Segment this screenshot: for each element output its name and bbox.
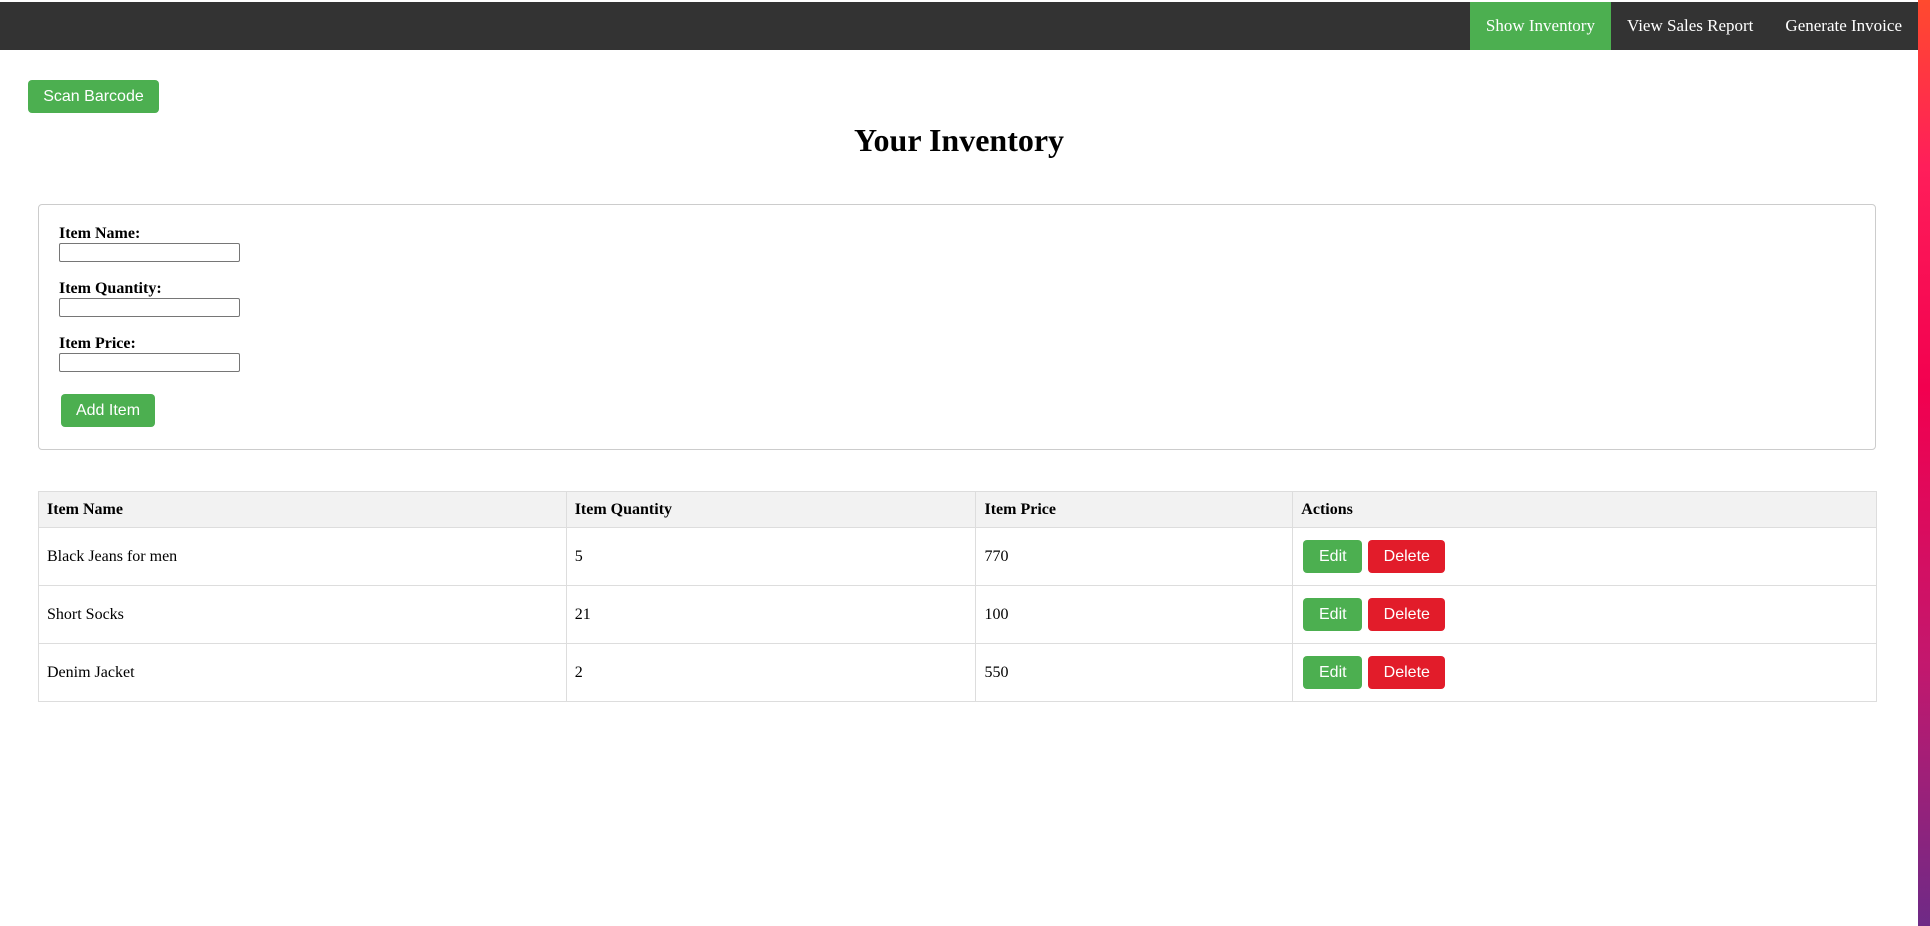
header-actions: Actions [1292,491,1877,528]
cell-item-price: 100 [975,585,1294,644]
header-item-quantity: Item Quantity [565,491,977,528]
scan-barcode-button[interactable]: Scan Barcode [28,80,159,113]
cell-item-price: 550 [975,643,1294,702]
cell-item-quantity: 21 [565,585,977,644]
cell-item-quantity: 5 [565,527,977,586]
edit-button[interactable]: Edit [1303,656,1363,689]
item-price-label: Item Price: [59,335,136,352]
nav-show-inventory[interactable]: Show Inventory [1469,2,1611,50]
item-price-input[interactable] [59,353,240,372]
cell-item-name: Denim Jacket [38,643,567,702]
table-row: Denim Jacket 2 550 Edit Delete [38,643,1877,702]
edit-button[interactable]: Edit [1303,540,1363,573]
window-edge-gradient [1918,0,1930,926]
add-item-form: Item Name: Item Quantity: Item Price: Ad… [38,204,1876,450]
header-item-name: Item Name [38,491,567,528]
cell-item-name: Black Jeans for men [38,527,567,586]
cell-item-price: 770 [975,527,1294,586]
delete-button[interactable]: Delete [1368,540,1446,573]
item-name-input[interactable] [59,243,240,262]
cell-actions: Edit Delete [1292,527,1877,586]
cell-item-name: Short Socks [38,585,567,644]
top-navbar: Show Inventory View Sales Report Generat… [0,2,1918,50]
cell-actions: Edit Delete [1292,643,1877,702]
item-quantity-label: Item Quantity: [59,280,162,297]
item-name-label: Item Name: [59,225,141,242]
delete-button[interactable]: Delete [1368,598,1446,631]
table-row: Short Socks 21 100 Edit Delete [38,585,1877,644]
item-quantity-input[interactable] [59,298,240,317]
inventory-table: Item Name Item Quantity Item Price Actio… [38,491,1877,702]
page-title: Your Inventory [853,122,1065,158]
cell-actions: Edit Delete [1292,585,1877,644]
edit-button[interactable]: Edit [1303,598,1363,631]
delete-button[interactable]: Delete [1368,656,1446,689]
header-item-price: Item Price [975,491,1294,528]
table-row: Black Jeans for men 5 770 Edit Delete [38,527,1877,586]
cell-item-quantity: 2 [565,643,977,702]
nav-generate-invoice[interactable]: Generate Invoice [1769,2,1918,50]
table-header-row: Item Name Item Quantity Item Price Actio… [38,491,1877,528]
add-item-button[interactable]: Add Item [61,394,155,427]
nav-view-sales-report[interactable]: View Sales Report [1611,2,1769,50]
